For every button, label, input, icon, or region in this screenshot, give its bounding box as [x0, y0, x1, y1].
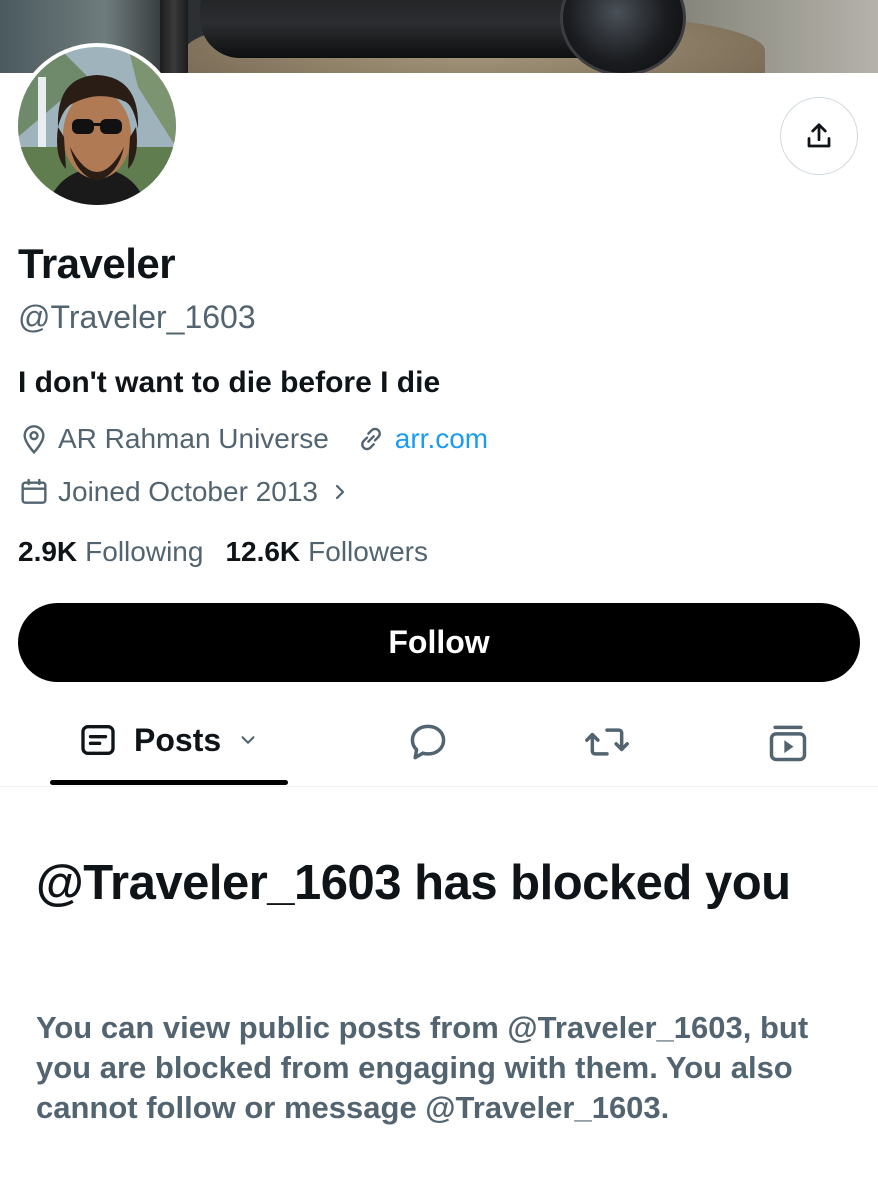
active-tab-indicator [50, 780, 288, 785]
profile-meta-row: AR Rahman Universe arr.com [18, 423, 488, 455]
avatar-photo [18, 47, 176, 205]
tab-posts-label: Posts [134, 721, 222, 758]
location-icon [23, 425, 45, 455]
link-icon [360, 427, 381, 451]
follow-stats: 2.9K Following 12.6K Followers [18, 536, 450, 568]
chevron-down-icon [241, 736, 255, 744]
followers-label: Followers [308, 536, 428, 567]
profile-bio: I don't want to die before I die [18, 366, 441, 399]
profile-handle: @Traveler_1603 [18, 299, 256, 335]
blocked-title: @Traveler_1603 has blocked you [36, 856, 791, 910]
location-text: AR Rahman Universe [58, 423, 329, 454]
profile-tabs: Posts [0, 700, 878, 787]
calendar-icon [21, 478, 47, 504]
display-name: Traveler [18, 240, 176, 287]
chevron-right-icon [335, 484, 345, 500]
blocked-description: You can view public posts from @Traveler… [36, 1010, 809, 1125]
followers-stat[interactable]: 12.6K Followers [225, 536, 428, 568]
joined-text: Joined October 2013 [58, 476, 318, 507]
share-icon [807, 123, 831, 148]
website-link[interactable]: arr.com [395, 423, 488, 455]
media-icon[interactable] [766, 720, 810, 766]
following-stat[interactable]: 2.9K Following [18, 536, 203, 568]
following-label: Following [85, 536, 204, 567]
reposts-icon[interactable] [584, 720, 630, 764]
followers-count: 12.6K [225, 536, 301, 567]
following-count: 2.9K [18, 536, 78, 567]
replies-icon[interactable] [406, 720, 450, 764]
tab-posts[interactable]: Posts [78, 720, 259, 760]
joined-row[interactable]: Joined October 2013 [18, 476, 360, 508]
posts-icon [81, 725, 115, 755]
avatar[interactable] [14, 43, 180, 209]
follow-button[interactable]: Follow [18, 603, 860, 682]
share-button[interactable] [780, 97, 858, 175]
